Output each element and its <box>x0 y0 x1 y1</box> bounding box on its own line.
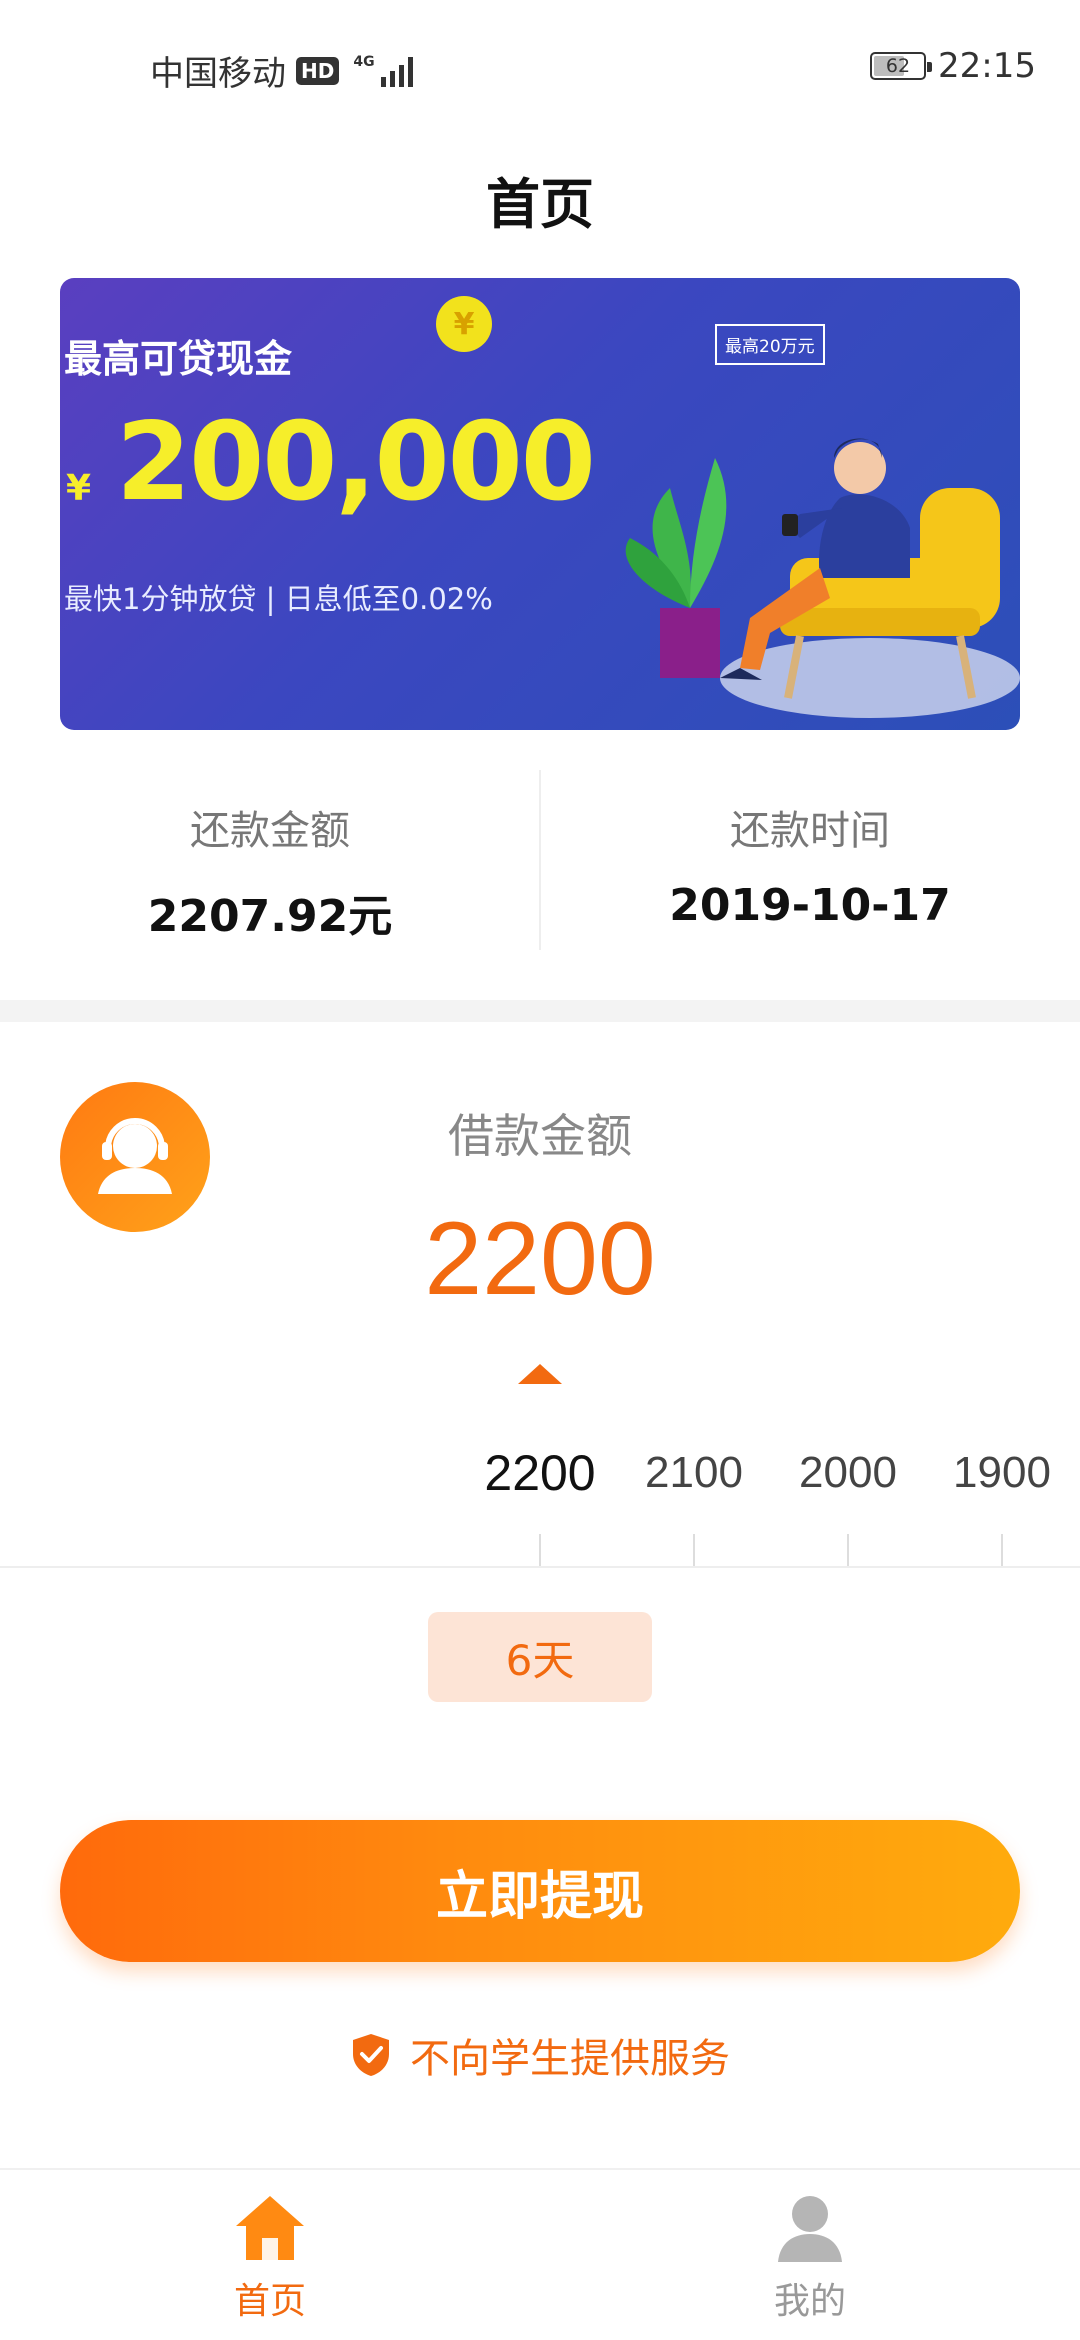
coin-icon: ¥ <box>436 296 492 352</box>
home-icon <box>236 2196 304 2260</box>
carrier-info: 中国移动 HD 4G <box>150 46 413 95</box>
bottom-nav: 首页 我的 <box>0 2168 1080 2340</box>
repayment-date-label: 还款时间 <box>730 808 890 854</box>
banner-subline: 最快1分钟放贷 | 日息低至0.02% <box>64 582 493 616</box>
status-right: 62 22:15 <box>870 46 1036 86</box>
signal-icon: 4G <box>353 53 413 87</box>
nav-label-home: 首页 <box>233 2281 306 2322</box>
repayment-amount-value: 2207.92元 <box>147 891 393 942</box>
repayment-date: 还款时间 2019-10-17 <box>540 770 1080 950</box>
user-icon <box>778 2196 842 2262</box>
repayment-amount-label: 还款金额 <box>190 808 350 854</box>
repayment-amount: 还款金额 2207.92元 <box>0 770 540 950</box>
amount-ruler-slider[interactable]: 2200 2100 2000 1900 <box>0 1440 1080 1570</box>
ruler-tick <box>847 1534 849 1568</box>
withdraw-button[interactable]: 立即提现 <box>60 1820 1020 1962</box>
ruler-value[interactable]: 2200 <box>484 1444 595 1502</box>
hd-badge: HD <box>296 56 340 85</box>
repayment-info: 还款金额 2207.92元 还款时间 2019-10-17 <box>0 770 1080 950</box>
shield-check-icon <box>353 2034 389 2076</box>
loan-term-chip[interactable]: 6天 <box>428 1612 652 1702</box>
student-notice: 不向学生提供服务 <box>0 2026 1080 2084</box>
status-bar: 中国移动 HD 4G 62 22:15 <box>0 0 1080 130</box>
carrier-name: 中国移动 <box>150 54 286 94</box>
network-type: 4G <box>353 53 375 70</box>
banner-currency: ¥ <box>66 468 92 509</box>
banner-headline: 最高可贷现金 <box>64 337 293 381</box>
info-divider <box>539 770 541 950</box>
banner-amount: 200,000 <box>116 400 596 525</box>
ruler-value[interactable]: 1900 <box>953 1448 1051 1498</box>
battery-level: 62 <box>885 55 911 77</box>
battery-icon: 62 <box>870 52 933 80</box>
section-divider <box>0 1000 1080 1022</box>
ruler-tick <box>1001 1534 1003 1568</box>
nav-label-mine: 我的 <box>773 2281 846 2322</box>
page-title: 首页 <box>486 173 594 236</box>
loan-amount-value: 2200 <box>424 1201 656 1317</box>
loan-amount-label: 借款金额 <box>448 1109 632 1163</box>
ruler-baseline <box>0 1566 1080 1568</box>
ruler-value[interactable]: 2100 <box>645 1448 743 1498</box>
repayment-date-value: 2019-10-17 <box>669 880 951 931</box>
ruler-tick <box>539 1534 541 1568</box>
nav-item-mine[interactable]: 我的 <box>540 2170 1080 2340</box>
person-on-sofa-illustration <box>625 438 1020 718</box>
notice-text: 不向学生提供服务 <box>410 2036 730 2082</box>
nav-item-home[interactable]: 首页 <box>0 2170 540 2340</box>
clock: 22:15 <box>938 46 1036 86</box>
pointer-triangle-icon <box>518 1364 562 1384</box>
ruler-tick <box>693 1534 695 1568</box>
promo-banner[interactable]: 最高可贷现金 ¥ 200,000 最快1分钟放贷 | 日息低至0.02% ¥ 最… <box>60 278 1020 730</box>
ruler-value[interactable]: 2000 <box>799 1448 897 1498</box>
